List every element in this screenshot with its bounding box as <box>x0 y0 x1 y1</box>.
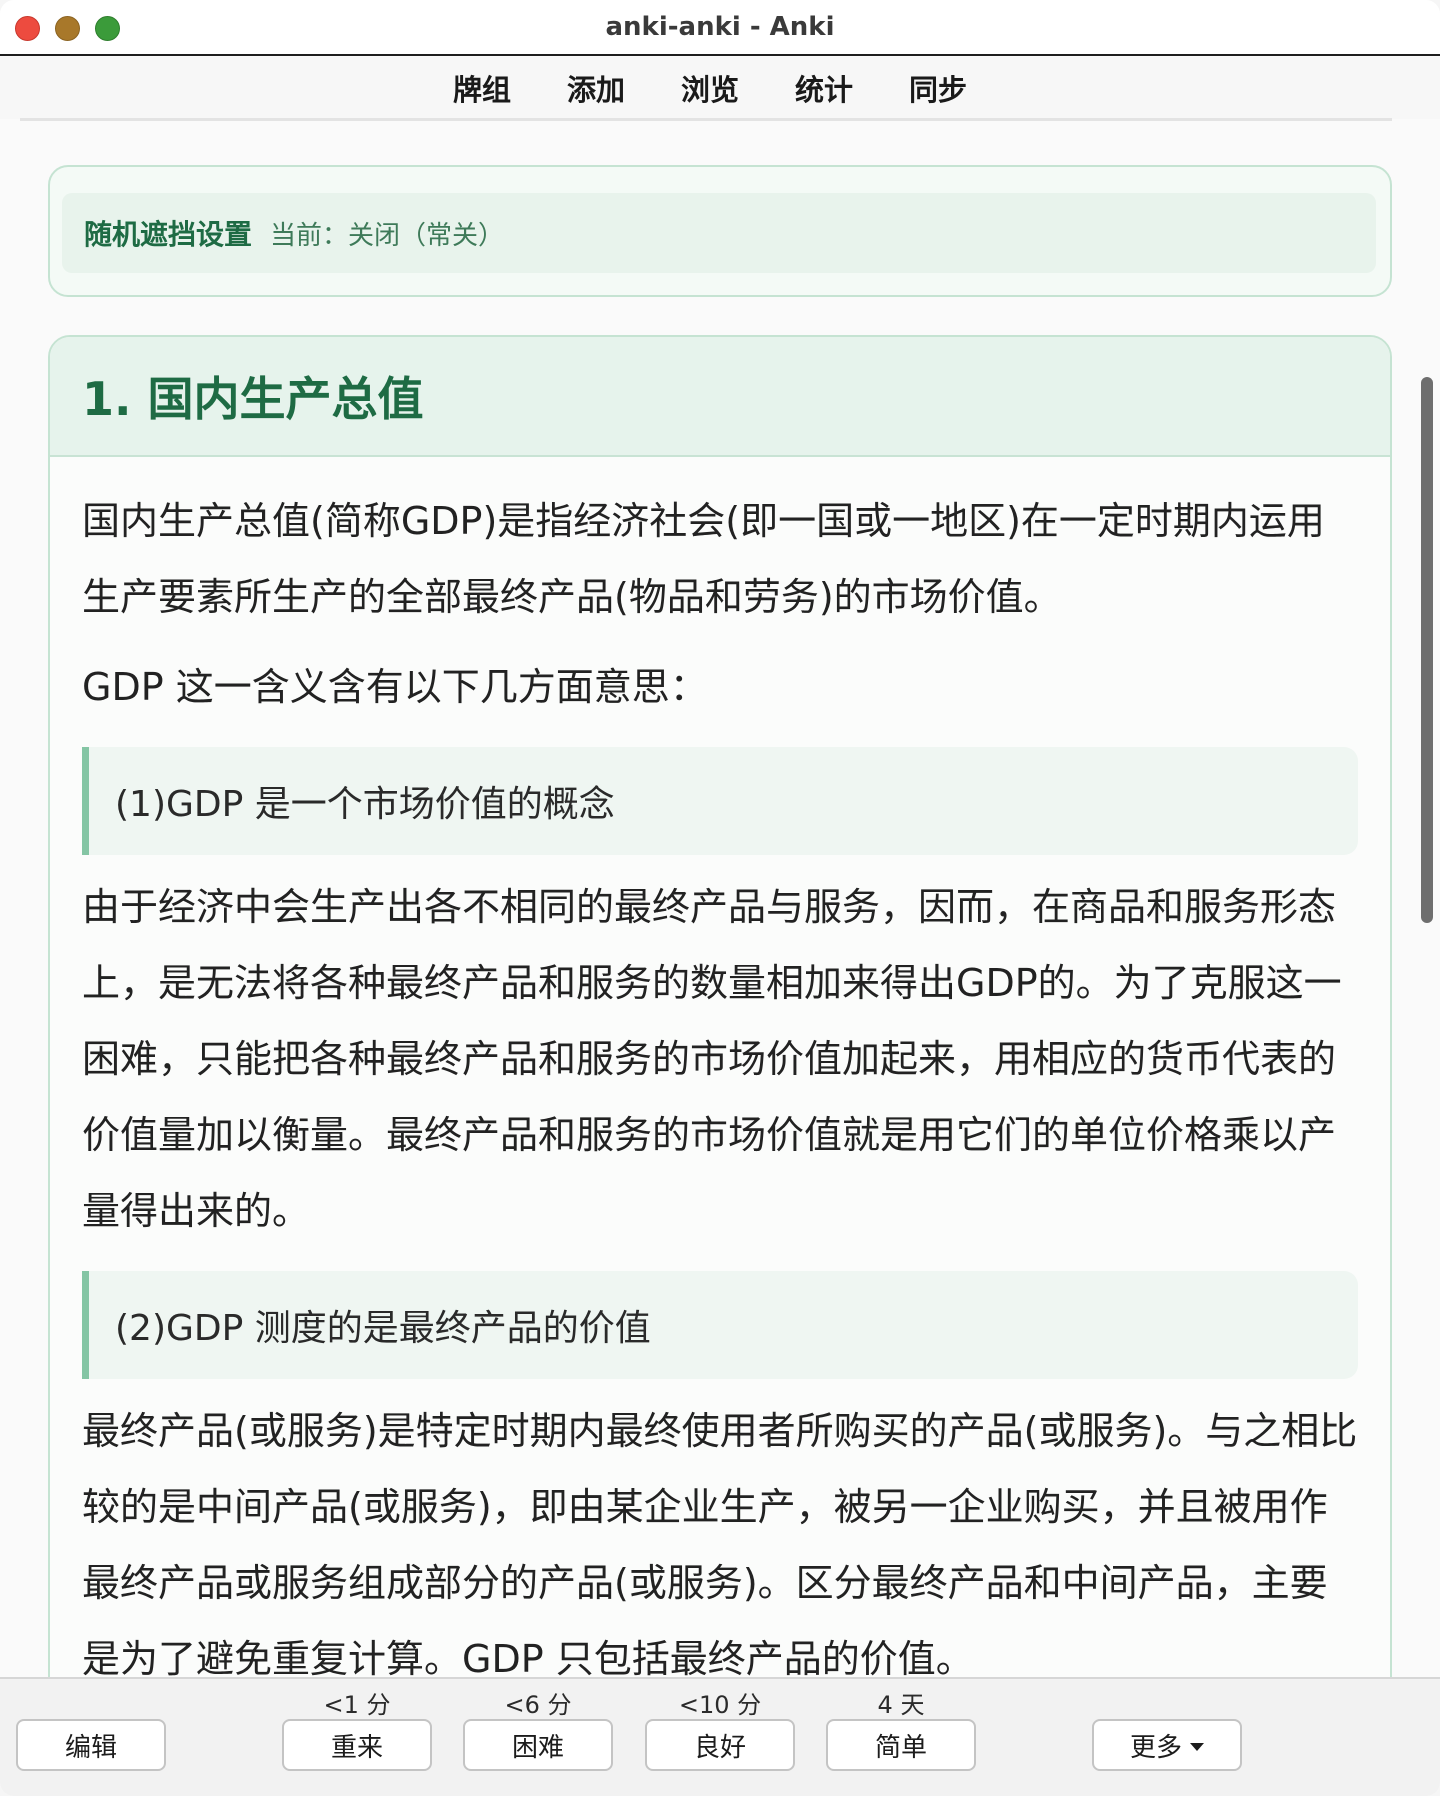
paragraph-intro: GDP 这一含义含有以下几方面意思： <box>82 665 708 709</box>
review-content[interactable]: 随机遮挡设置 当前：关闭（常关） 1. 国内生产总值 国内生产总值(简称GDP)… <box>0 121 1440 1677</box>
note-header: 1. 国内生产总值 <box>50 337 1390 457</box>
more-button-label: 更多 <box>1129 1732 1182 1763</box>
good-button[interactable]: 良好 <box>645 1719 795 1771</box>
again-interval: <1 分 <box>323 1691 391 1719</box>
answer-bar: 编辑 <1 分 重来 <6 分 困难 <10 分 良好 4 天 简单 更多 <box>0 1677 1440 1796</box>
main-toolbar: 牌组 添加 浏览 统计 同步 <box>0 57 1440 119</box>
easy-interval: 4 天 <box>877 1691 925 1719</box>
good-interval: <10 分 <box>678 1691 762 1719</box>
edit-button[interactable]: 编辑 <box>16 1719 166 1771</box>
easy-button[interactable]: 简单 <box>826 1719 976 1771</box>
window-title: anki-anki - Anki <box>605 12 835 42</box>
toolbar-decks[interactable]: 牌组 <box>453 67 511 109</box>
hard-interval: <6 分 <box>504 1691 572 1719</box>
toolbar-sync[interactable]: 同步 <box>909 67 967 109</box>
hard-button[interactable]: 困难 <box>463 1719 613 1771</box>
more-button[interactable]: 更多 <box>1092 1719 1242 1771</box>
quote-point-1: (1)GDP 是一个市场价值的概念 <box>82 747 1358 855</box>
title-bar: anki-anki - Anki <box>0 0 1440 56</box>
note-card: 1. 国内生产总值 国内生产总值(简称GDP)是指经济社会(即一国或一地区)在一… <box>48 335 1392 1677</box>
paragraph-point-1: 由于经济中会生产出各不相同的最终产品与服务，因而，在商品和服务形态上，是无法将各… <box>82 885 1342 1233</box>
random-mask-settings-summary[interactable]: 随机遮挡设置 当前：关闭（常关） <box>62 193 1376 273</box>
chevron-down-icon <box>1190 1743 1204 1751</box>
toolbar-browse[interactable]: 浏览 <box>681 67 739 109</box>
note-title: 1. 国内生产总值 <box>82 372 424 426</box>
random-mask-settings-card[interactable]: 随机遮挡设置 当前：关闭（常关） <box>48 165 1392 297</box>
random-mask-settings-title: 随机遮挡设置 <box>84 218 253 251</box>
toolbar-stats[interactable]: 统计 <box>795 67 853 109</box>
anki-window: anki-anki - Anki 牌组 添加 浏览 统计 同步 随机遮挡设置 当… <box>0 0 1440 1796</box>
again-button[interactable]: 重来 <box>282 1719 432 1771</box>
vertical-scrollbar-thumb[interactable] <box>1421 377 1433 923</box>
note-body: 国内生产总值(简称GDP)是指经济社会(即一国或一地区)在一定时期内运用生产要素… <box>50 457 1390 1677</box>
paragraph-point-2: 最终产品(或服务)是特定时期内最终使用者所购买的产品(或服务)。与之相比较的是中… <box>82 1409 1358 1677</box>
paragraph-definition: 国内生产总值(简称GDP)是指经济社会(即一国或一地区)在一定时期内运用生产要素… <box>82 499 1325 619</box>
toolbar-add[interactable]: 添加 <box>567 67 625 109</box>
random-mask-status: 当前：关闭（常关） <box>270 220 505 251</box>
quote-point-2: (2)GDP 测度的是最终产品的价值 <box>82 1271 1358 1379</box>
